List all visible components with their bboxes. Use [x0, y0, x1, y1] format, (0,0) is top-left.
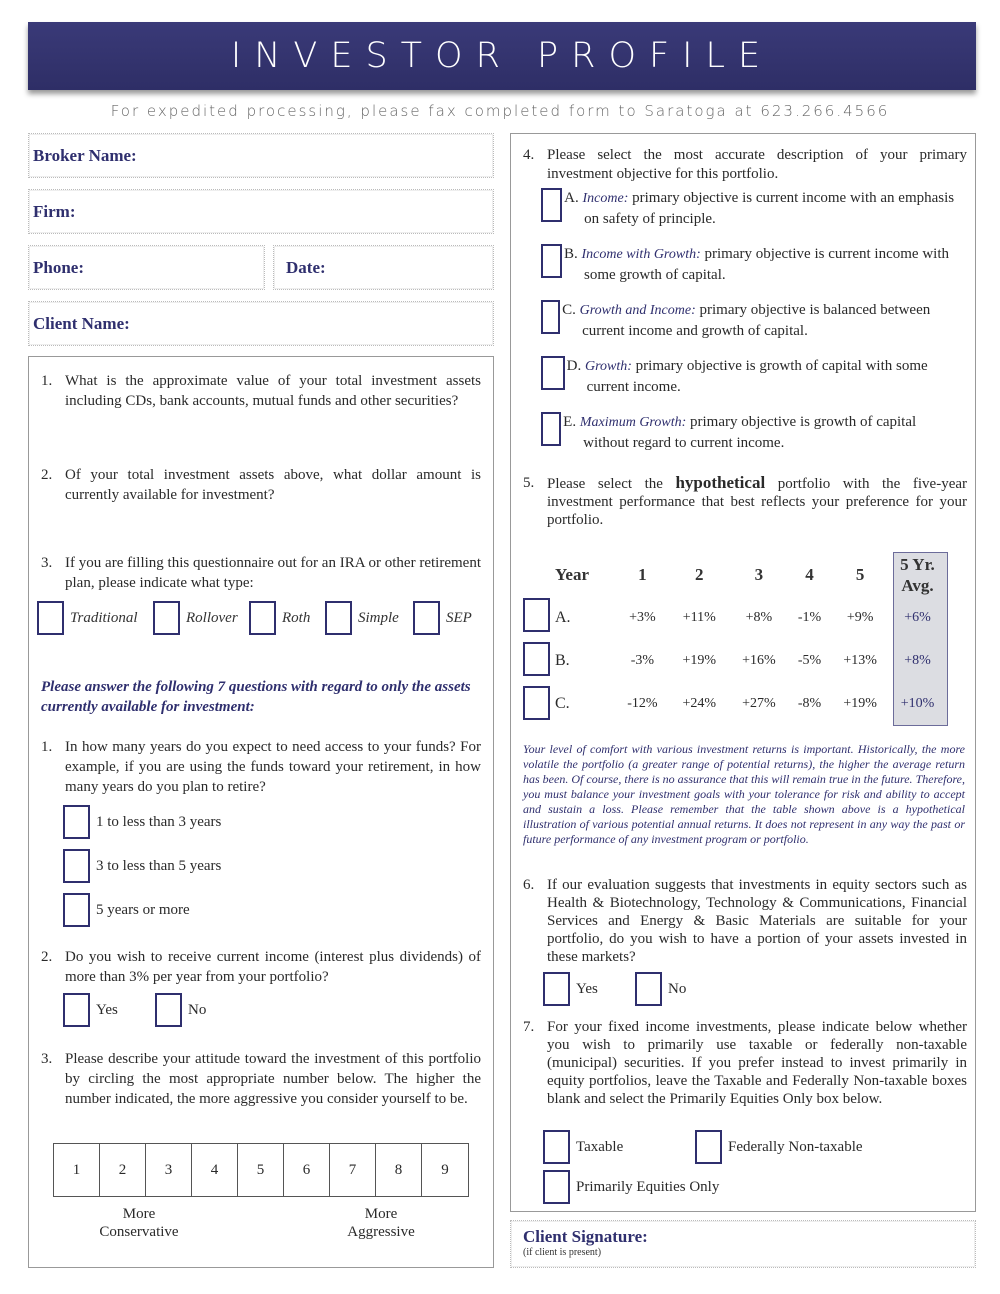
scale-8[interactable]: 8: [376, 1144, 422, 1196]
return-value: -5%: [797, 652, 822, 668]
checkbox[interactable]: [325, 601, 352, 635]
checkbox-b[interactable]: [523, 642, 550, 676]
return-value: -3%: [630, 652, 655, 668]
scale-low-label: More Conservative: [99, 1206, 179, 1240]
objective-option[interactable]: B. Income with Growth: primary objective…: [541, 244, 961, 285]
option-yes[interactable]: Yes: [543, 972, 598, 1006]
right-questions-panel: 4. Please select the most accurate descri…: [510, 133, 976, 1212]
question-retirement-plan: 3. If you are filling this questionnaire …: [41, 555, 481, 591]
avg-value: +6%: [904, 609, 931, 625]
question-time-horizon: 1. In how many years do you expect to nee…: [41, 739, 481, 795]
date-field[interactable]: Date:: [273, 245, 494, 290]
disclaimer-text: Your level of comfort with various inves…: [523, 742, 965, 846]
question-income: 2. Do you wish to receive current income …: [41, 949, 481, 985]
return-value: +9%: [846, 609, 874, 625]
scale-2[interactable]: 2: [100, 1144, 146, 1196]
checkbox[interactable]: [63, 893, 90, 927]
checkbox[interactable]: [543, 972, 570, 1006]
checkbox-c[interactable]: [523, 686, 550, 720]
question-hypothetical: 5. Please select the hypothetical portfol…: [523, 473, 968, 529]
option-traditional[interactable]: Traditional: [37, 601, 138, 635]
return-value: +8%: [745, 609, 773, 625]
return-value: +3%: [629, 609, 656, 625]
scale-7[interactable]: 7: [330, 1144, 376, 1196]
client-name-field[interactable]: Client Name:: [28, 301, 494, 346]
scale-6[interactable]: 6: [284, 1144, 330, 1196]
return-value: +11%: [682, 609, 716, 625]
return-value: +19%: [682, 652, 716, 668]
scale-9[interactable]: 9: [422, 1144, 468, 1196]
return-value: -1%: [797, 609, 822, 625]
avg-value: +10%: [900, 695, 935, 711]
checkbox[interactable]: [413, 601, 440, 635]
return-value: +19%: [843, 695, 877, 711]
fax-instructions: For expedited processing, please fax com…: [110, 102, 890, 120]
checkbox-a[interactable]: [523, 598, 550, 632]
checkbox[interactable]: [153, 601, 180, 635]
checkbox[interactable]: [249, 601, 276, 635]
checkbox[interactable]: [543, 1130, 570, 1164]
objective-option[interactable]: A. Income: primary objective is current …: [541, 188, 961, 229]
return-value: +16%: [742, 652, 776, 668]
checkbox[interactable]: [63, 849, 90, 883]
returns-row: B. -3% +19% +16% -5% +13% +8%: [555, 639, 945, 682]
left-questions-panel: 1. What is the approximate value of your …: [28, 356, 494, 1268]
checkbox[interactable]: [37, 601, 64, 635]
phone-field[interactable]: Phone:: [28, 245, 265, 290]
scale-4[interactable]: 4: [192, 1144, 238, 1196]
option-rollover[interactable]: Rollover: [153, 601, 238, 635]
question-sectors: 6. If our evaluation suggests that invest…: [523, 877, 967, 965]
option-simple[interactable]: Simple: [325, 601, 399, 635]
scale-high-label: More Aggressive: [347, 1206, 415, 1240]
return-value: -12%: [627, 695, 658, 711]
page-title: INVESTOR PROFILE QUESTIONNAIRE: [28, 22, 976, 144]
objective-option[interactable]: D. Growth: primary objective is growth o…: [541, 356, 961, 397]
return-value: +27%: [742, 695, 776, 711]
checkbox[interactable]: [695, 1130, 722, 1164]
question-assets: 1. What is the approximate value of your …: [41, 373, 481, 409]
instruction-text: Please answer the following 7 questions …: [41, 679, 471, 715]
question-available: 2. Of your total investment assets above,…: [41, 467, 481, 503]
scale-1[interactable]: 1: [54, 1144, 100, 1196]
option-no[interactable]: No: [155, 993, 206, 1027]
return-value: +24%: [682, 695, 716, 711]
question-objective: 4. Please select the most accurate descri…: [523, 147, 967, 182]
returns-checkboxes: [523, 598, 550, 720]
avg-value: +8%: [904, 652, 931, 668]
client-signature-field[interactable]: Client Signature: (if client is present): [510, 1220, 976, 1268]
option-taxable[interactable]: Taxable: [543, 1130, 623, 1164]
risk-scale: 123456789: [53, 1143, 469, 1197]
scale-5[interactable]: 5: [238, 1144, 284, 1196]
checkbox[interactable]: [543, 1170, 570, 1204]
checkbox[interactable]: [63, 805, 90, 839]
returns-table: Year 1 2 3 4 5 5 Yr. Avg. A. +3% +11% +8% -1% +9% +6%…: [555, 554, 945, 725]
option-roth[interactable]: Roth: [249, 601, 310, 635]
scale-3[interactable]: 3: [146, 1144, 192, 1196]
broker-name-field[interactable]: Broker Name:: [28, 133, 494, 178]
checkbox[interactable]: [63, 993, 90, 1027]
return-value: -8%: [797, 695, 822, 711]
option-equities-only[interactable]: Primarily Equities Only: [543, 1170, 719, 1204]
checkbox[interactable]: [635, 972, 662, 1006]
objective-option[interactable]: C. Growth and Income: primary objective …: [541, 300, 961, 341]
objective-option[interactable]: E. Maximum Growth: primary objective is …: [541, 412, 961, 453]
return-value: +13%: [843, 652, 877, 668]
question-fixed-income: 7. For your fixed income investments, ple…: [523, 1019, 967, 1107]
option-sep[interactable]: SEP: [413, 601, 472, 635]
firm-field[interactable]: Firm:: [28, 189, 494, 234]
returns-row: C. -12% +24% +27% -8% +19% +10%: [555, 682, 945, 725]
option-1-3-years[interactable]: 1 to less than 3 years: [63, 805, 221, 839]
option-no[interactable]: No: [635, 972, 686, 1006]
returns-row: A. +3% +11% +8% -1% +9% +6%: [555, 596, 945, 639]
checkbox[interactable]: [155, 993, 182, 1027]
option-3-5-years[interactable]: 3 to less than 5 years: [63, 849, 221, 883]
option-non-taxable[interactable]: Federally Non-taxable: [695, 1130, 863, 1164]
option-5-plus-years[interactable]: 5 years or more: [63, 893, 190, 927]
option-yes[interactable]: Yes: [63, 993, 118, 1027]
question-attitude: 3. Please describe your attitude toward t…: [41, 1051, 481, 1107]
